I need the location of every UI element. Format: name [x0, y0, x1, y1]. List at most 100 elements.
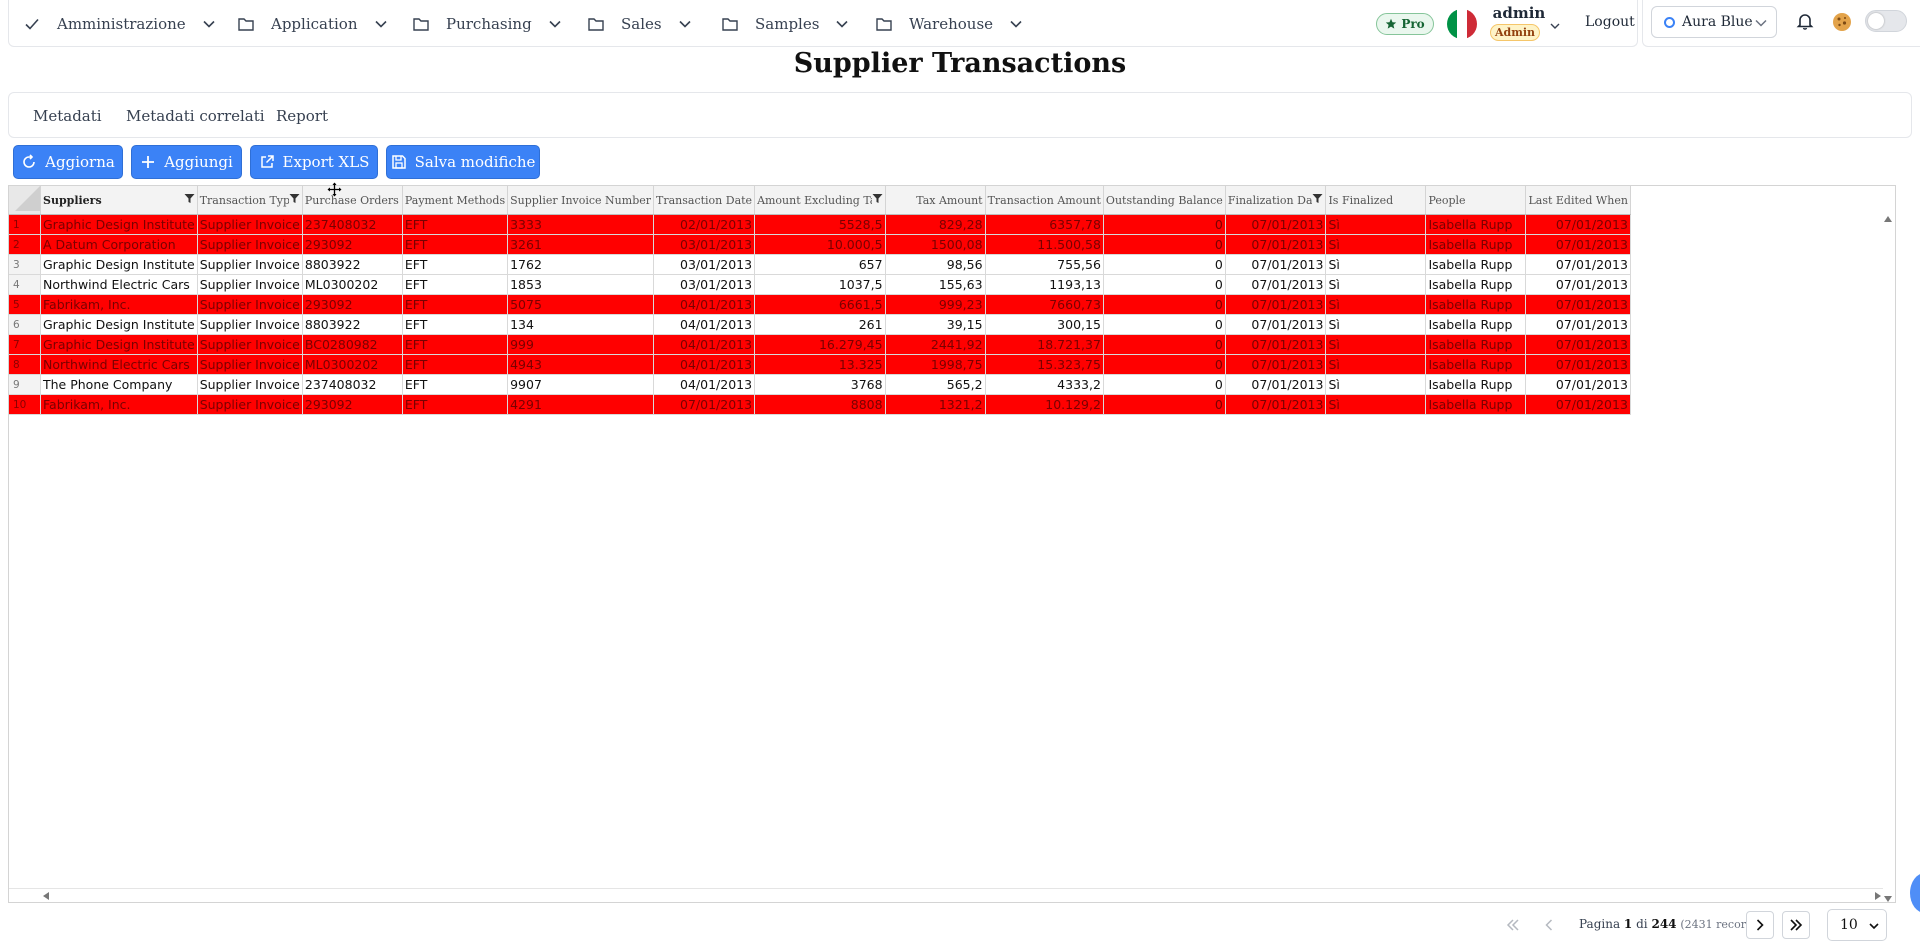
table-cell[interactable]: 07/01/2013	[1525, 314, 1631, 335]
table-cell[interactable]: 155,63	[885, 274, 986, 295]
first-page-button[interactable]	[1499, 911, 1527, 939]
row-number[interactable]: 8	[9, 354, 41, 375]
scroll-up-icon[interactable]	[1884, 216, 1892, 222]
table-cell[interactable]: 07/01/2013	[1225, 274, 1327, 295]
column-header[interactable]: Transaction Amount	[985, 186, 1104, 215]
table-cell[interactable]: 07/01/2013	[1225, 334, 1327, 355]
table-cell[interactable]: 7660,73	[985, 294, 1104, 315]
row-number[interactable]: 5	[9, 294, 41, 315]
table-cell[interactable]: 10.000,5	[754, 234, 886, 255]
table-cell[interactable]: 1037,5	[754, 274, 886, 295]
table-row[interactable]: 6 Graphic Design Institute Supplier Invoic…	[9, 314, 1631, 335]
table-cell[interactable]: Isabella Rupp	[1425, 234, 1527, 255]
table-cell[interactable]: 0	[1103, 234, 1226, 255]
row-number[interactable]: 1	[9, 214, 41, 235]
table-cell[interactable]: Graphic Design Institute	[40, 214, 198, 235]
theme-select[interactable]: Aura Blue	[1651, 6, 1777, 38]
row-number[interactable]: 3	[9, 254, 41, 275]
user-name[interactable]: admin	[1490, 4, 1548, 22]
column-header[interactable]: Amount Excluding Tax	[754, 186, 886, 215]
table-cell[interactable]: 07/01/2013	[653, 394, 756, 415]
table-cell[interactable]: 293092	[302, 234, 403, 255]
row-number[interactable]: 9	[9, 374, 41, 395]
last-page-button[interactable]	[1782, 911, 1810, 939]
table-cell[interactable]: 1193,13	[985, 274, 1104, 295]
table-cell[interactable]: Fabrikam, Inc.	[40, 294, 198, 315]
table-cell[interactable]: Northwind Electric Cars	[40, 354, 198, 375]
table-cell[interactable]: 1500,08	[885, 234, 986, 255]
next-page-button[interactable]	[1746, 911, 1774, 939]
table-cell[interactable]: Isabella Rupp	[1425, 214, 1527, 235]
table-cell[interactable]: 0	[1103, 294, 1226, 315]
logout-button[interactable]: Logout	[1585, 14, 1635, 30]
nav-menu-amministrazione[interactable]: Amministrazione	[23, 12, 216, 36]
table-cell[interactable]: Isabella Rupp	[1425, 334, 1527, 355]
row-number[interactable]: 7	[9, 334, 41, 355]
table-cell[interactable]: 134	[507, 314, 654, 335]
scroll-right-icon[interactable]	[1875, 892, 1881, 900]
table-cell[interactable]: Isabella Rupp	[1425, 294, 1527, 315]
table-cell[interactable]: Sì	[1325, 314, 1427, 335]
table-row[interactable]: 5 Fabrikam, Inc. Supplier Invoice 293092 EFT…	[9, 294, 1631, 315]
table-cell[interactable]: 0	[1103, 394, 1226, 415]
table-cell[interactable]: 07/01/2013	[1525, 274, 1631, 295]
column-header[interactable]: Transaction Date	[653, 186, 756, 215]
table-cell[interactable]: 07/01/2013	[1525, 394, 1631, 415]
table-cell[interactable]: Supplier Invoice	[197, 274, 303, 295]
table-cell[interactable]: Isabella Rupp	[1425, 394, 1527, 415]
table-cell[interactable]: Supplier Invoice	[197, 294, 303, 315]
table-row[interactable]: 1 Graphic Design Institute Supplier Invoic…	[9, 214, 1631, 235]
column-header[interactable]: Suppliers	[40, 186, 198, 215]
table-cell[interactable]: 2441,92	[885, 334, 986, 355]
table-cell[interactable]: 04/01/2013	[653, 294, 756, 315]
table-cell[interactable]: 07/01/2013	[1525, 214, 1631, 235]
table-cell[interactable]: A Datum Corporation	[40, 234, 198, 255]
nav-menu-sales[interactable]: Sales	[587, 12, 692, 36]
column-header[interactable]: People	[1425, 186, 1527, 215]
table-cell[interactable]: Supplier Invoice	[197, 334, 303, 355]
refresh-button[interactable]: Aggiorna	[13, 145, 123, 179]
table-cell[interactable]: 3333	[507, 214, 654, 235]
table-cell[interactable]: 999	[507, 334, 654, 355]
table-cell[interactable]: 237408032	[302, 214, 403, 235]
table-cell[interactable]: EFT	[402, 294, 509, 315]
dark-mode-toggle[interactable]	[1865, 10, 1907, 32]
table-cell[interactable]: EFT	[402, 334, 509, 355]
column-header[interactable]: Is Finalized	[1325, 186, 1427, 215]
table-cell[interactable]: 07/01/2013	[1225, 254, 1327, 275]
table-cell[interactable]: 829,28	[885, 214, 986, 235]
table-cell[interactable]: 300,15	[985, 314, 1104, 335]
column-header[interactable]: Purchase Orders	[302, 186, 403, 215]
table-cell[interactable]: 4333,2	[985, 374, 1104, 395]
nav-menu-application[interactable]: Application	[237, 12, 388, 36]
table-cell[interactable]: 237408032	[302, 374, 403, 395]
table-cell[interactable]: Isabella Rupp	[1425, 354, 1527, 375]
table-cell[interactable]: 98,56	[885, 254, 986, 275]
table-cell[interactable]: Northwind Electric Cars	[40, 274, 198, 295]
table-cell[interactable]: 1321,2	[885, 394, 986, 415]
table-cell[interactable]: 1762	[507, 254, 654, 275]
table-cell[interactable]: 10.129,2	[985, 394, 1104, 415]
table-cell[interactable]: The Phone Company	[40, 374, 198, 395]
table-row[interactable]: 4 Northwind Electric Cars Supplier Invoice…	[9, 274, 1631, 295]
filter-icon[interactable]	[288, 193, 300, 204]
table-cell[interactable]: EFT	[402, 274, 509, 295]
table-cell[interactable]: 261	[754, 314, 886, 335]
row-number[interactable]: 6	[9, 314, 41, 335]
table-cell[interactable]: Isabella Rupp	[1425, 374, 1527, 395]
table-cell[interactable]: Isabella Rupp	[1425, 254, 1527, 275]
table-cell[interactable]: Sì	[1325, 354, 1427, 375]
data-grid[interactable]: Suppliers Transaction Type Purchase Orders…	[8, 185, 1896, 903]
table-cell[interactable]: 8803922	[302, 314, 403, 335]
column-header[interactable]: Supplier Invoice Number	[507, 186, 654, 215]
table-cell[interactable]: 4943	[507, 354, 654, 375]
table-cell[interactable]: 293092	[302, 294, 403, 315]
row-number[interactable]: 10	[9, 394, 41, 415]
save-changes-button[interactable]: Salva modifiche	[386, 145, 540, 179]
table-cell[interactable]: 8808	[754, 394, 886, 415]
table-cell[interactable]: Graphic Design Institute	[40, 314, 198, 335]
table-cell[interactable]: 07/01/2013	[1225, 374, 1327, 395]
table-cell[interactable]: 9907	[507, 374, 654, 395]
table-cell[interactable]: 07/01/2013	[1225, 234, 1327, 255]
table-cell[interactable]: 755,56	[985, 254, 1104, 275]
